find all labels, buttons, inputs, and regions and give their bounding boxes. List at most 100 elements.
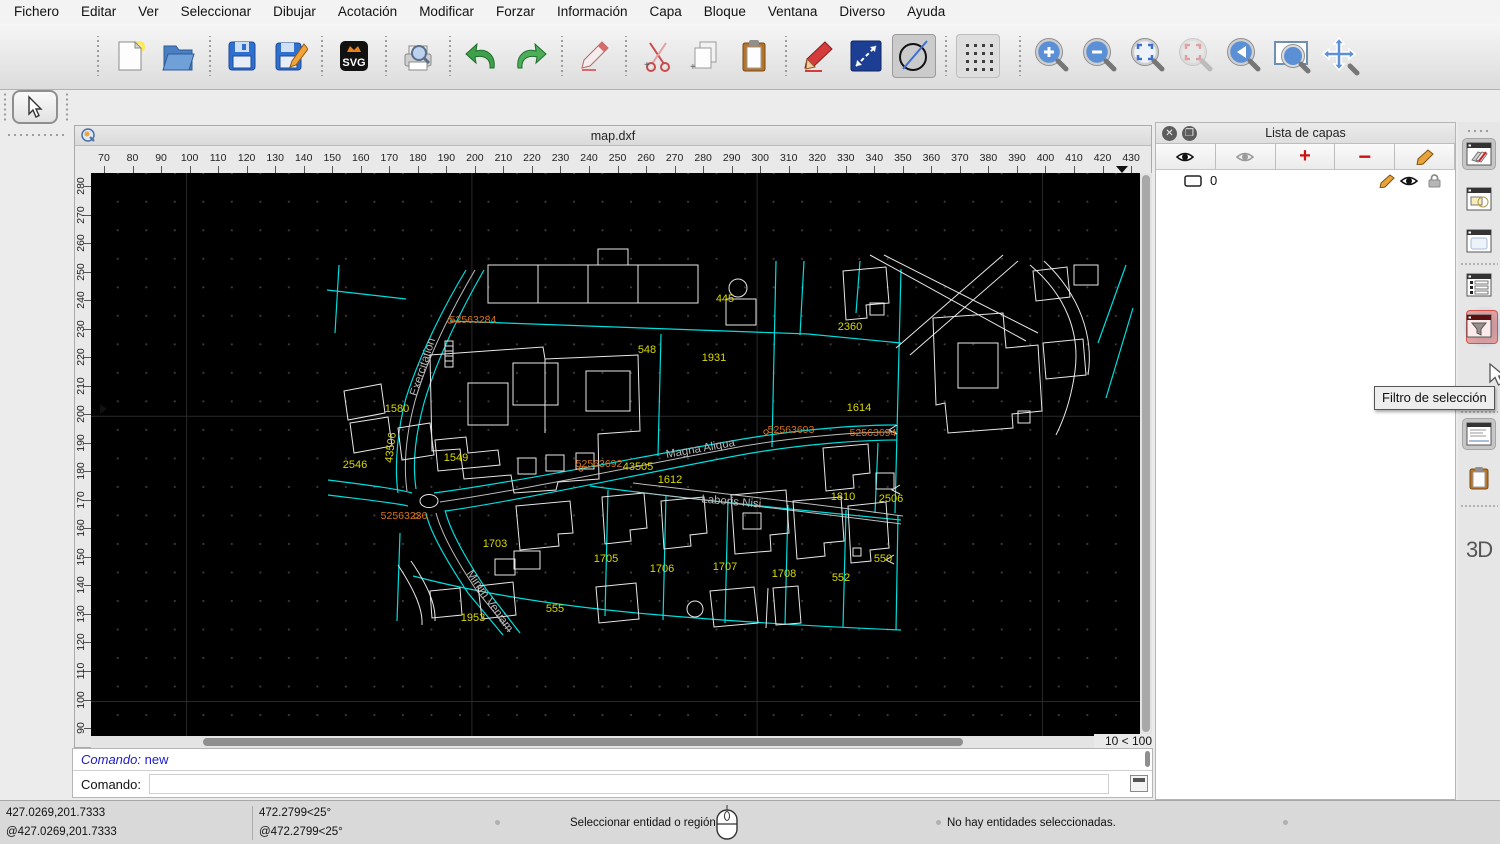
open-file-button[interactable] bbox=[156, 34, 200, 78]
edit-layer-button[interactable] bbox=[1395, 144, 1455, 169]
float-icon[interactable]: ❐ bbox=[1182, 126, 1197, 141]
ruler-tick bbox=[84, 500, 91, 501]
layer-list-dock-button[interactable] bbox=[1462, 138, 1496, 170]
parcel-number-label: 1953 bbox=[461, 612, 485, 624]
toolbar-separator bbox=[318, 36, 326, 76]
statusbar-dot bbox=[936, 820, 941, 825]
ruler-tick bbox=[84, 329, 91, 330]
print-preview-button[interactable] bbox=[396, 34, 440, 78]
close-icon[interactable]: ✕ bbox=[1162, 126, 1177, 141]
circle-slash-button[interactable] bbox=[892, 34, 936, 78]
ruler-tick-label: 70 bbox=[98, 152, 110, 164]
command-widget-dock-button[interactable] bbox=[1462, 418, 1496, 450]
zoom-previous-button[interactable] bbox=[1222, 34, 1266, 78]
history-scrollbar[interactable] bbox=[1145, 751, 1150, 767]
parcel-number-label: 550 bbox=[874, 553, 892, 565]
menu-bar: Fichero Editar Ver Seleccionar Dibujar Acotac… bbox=[0, 0, 1500, 23]
document-icon bbox=[81, 128, 96, 143]
add-layer-button[interactable]: + bbox=[1276, 144, 1336, 169]
relative-coordinates: @427.0269,201.7333 bbox=[6, 826, 117, 838]
ruler-tick-label: 140 bbox=[295, 152, 313, 164]
horizontal-scrollbar[interactable] bbox=[91, 736, 1094, 748]
zoom-auto-button[interactable] bbox=[1126, 34, 1170, 78]
vertical-scrollbar[interactable] bbox=[1140, 173, 1152, 736]
horizontal-scroll-thumb[interactable] bbox=[203, 738, 963, 746]
menu-item[interactable]: Forzar bbox=[496, 4, 535, 19]
layer-row[interactable]: 0 bbox=[1156, 170, 1455, 191]
layer-visible-icon[interactable] bbox=[1399, 174, 1419, 188]
parcel-id-label: 52563284 bbox=[450, 314, 497, 326]
snap-grid-button[interactable] bbox=[956, 34, 1000, 78]
layer-panel-title: Lista de capas bbox=[1265, 126, 1346, 140]
menu-item[interactable]: Acotación bbox=[338, 4, 397, 19]
delete-button[interactable] bbox=[572, 34, 616, 78]
block-list-dock-button[interactable] bbox=[1462, 183, 1496, 215]
clipboard-dock-button[interactable] bbox=[1462, 462, 1496, 494]
line-attributes-button[interactable] bbox=[844, 34, 888, 78]
menu-item[interactable]: Ventana bbox=[768, 4, 818, 19]
ruler-tick bbox=[104, 166, 105, 173]
menu-item[interactable]: Capa bbox=[650, 4, 682, 19]
zoom-out-button[interactable] bbox=[1078, 34, 1122, 78]
zoom-window-button[interactable] bbox=[1270, 34, 1314, 78]
menu-item[interactable]: Dibujar bbox=[273, 4, 316, 19]
new-file-button[interactable] bbox=[108, 34, 152, 78]
selection-filter-dock-button[interactable] bbox=[1462, 310, 1496, 342]
entity-list-dock-button[interactable] bbox=[1462, 269, 1496, 301]
parcel-id-label: 52563692 bbox=[576, 458, 623, 470]
ruler-tick bbox=[475, 166, 476, 173]
toolbar-separator bbox=[782, 36, 790, 76]
layer-edit-icon[interactable] bbox=[1379, 174, 1395, 188]
menu-item[interactable]: Editar bbox=[81, 4, 116, 19]
menu-item[interactable]: Información bbox=[557, 4, 628, 19]
select-arrow-icon bbox=[24, 95, 46, 119]
redo-button[interactable] bbox=[508, 34, 552, 78]
copy-button[interactable]: + bbox=[684, 34, 728, 78]
menu-item[interactable]: Ver bbox=[138, 4, 158, 19]
toolbar-separator bbox=[558, 36, 566, 76]
vertical-scroll-thumb[interactable] bbox=[1142, 175, 1150, 732]
menu-item[interactable]: Seleccionar bbox=[181, 4, 252, 19]
menu-item[interactable]: Diverso bbox=[839, 4, 885, 19]
ruler-tick bbox=[618, 166, 619, 173]
show-all-layers-button[interactable] bbox=[1156, 144, 1216, 169]
menu-item[interactable]: Ayuda bbox=[907, 4, 945, 19]
ruler-tick bbox=[732, 166, 733, 173]
drawing-canvas[interactable]: 4452360548193116141580254615491612181025… bbox=[91, 173, 1140, 736]
cut-button[interactable]: + bbox=[636, 34, 680, 78]
hide-all-layers-button[interactable] bbox=[1216, 144, 1276, 169]
ruler-tick-label: 270 bbox=[666, 152, 684, 164]
ruler-tick-label: 170 bbox=[381, 152, 399, 164]
layer-list-window-icon bbox=[1466, 142, 1492, 166]
detach-command-button[interactable] bbox=[1130, 775, 1148, 792]
zoom-in-button[interactable] bbox=[1030, 34, 1074, 78]
menu-item[interactable]: Bloque bbox=[704, 4, 746, 19]
select-tool-button[interactable] bbox=[12, 90, 58, 124]
command-input[interactable] bbox=[149, 774, 1109, 794]
save-icon bbox=[224, 38, 260, 74]
parcel-number-label: 1931 bbox=[702, 352, 726, 364]
ruler-tick-label: 240 bbox=[580, 152, 598, 164]
save-as-button[interactable] bbox=[268, 34, 312, 78]
remove-layer-button[interactable]: − bbox=[1335, 144, 1395, 169]
dock-separator bbox=[1460, 410, 1498, 414]
export-svg-button[interactable]: SVG bbox=[332, 34, 376, 78]
zoom-selection-button[interactable] bbox=[1174, 34, 1218, 78]
ruler-tick-label: 380 bbox=[980, 152, 998, 164]
ruler-tick bbox=[931, 166, 932, 173]
parcel-id-label: 52563694 bbox=[850, 427, 897, 439]
menu-item[interactable]: Modificar bbox=[419, 4, 474, 19]
library-browser-dock-button[interactable] bbox=[1462, 225, 1496, 257]
ruler-tick bbox=[84, 728, 91, 729]
menu-item[interactable]: Fichero bbox=[14, 4, 59, 19]
paste-button[interactable] bbox=[732, 34, 776, 78]
drawing-window-titlebar[interactable]: map.dxf bbox=[75, 126, 1151, 146]
ruler-tick bbox=[675, 166, 676, 173]
layer-lock-icon[interactable] bbox=[1428, 173, 1441, 188]
pan-button[interactable] bbox=[1318, 34, 1362, 78]
undo-button[interactable] bbox=[460, 34, 504, 78]
save-button[interactable] bbox=[220, 34, 264, 78]
pen-button[interactable] bbox=[796, 34, 840, 78]
drawing-window: map.dxf 70809010011012013014015016017018… bbox=[74, 125, 1152, 748]
zoom-out-icon bbox=[1080, 36, 1120, 76]
